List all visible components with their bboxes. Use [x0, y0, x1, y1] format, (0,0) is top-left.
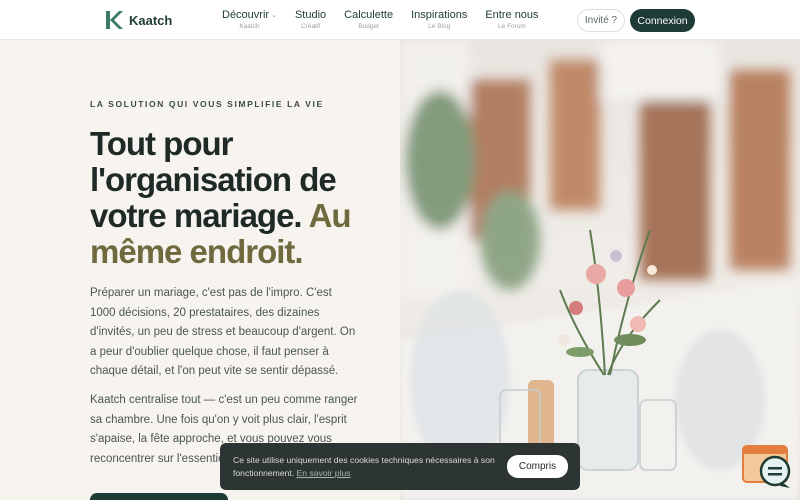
nav-label: Entre nous [485, 9, 539, 21]
hero-paragraph-1: Préparer un mariage, c'est pas de l'impr… [90, 287, 356, 377]
brand-name: Kaatch [129, 12, 173, 28]
brand-logo[interactable]: Kaatch [105, 10, 172, 30]
headline-main: Tout pour l'organisation de votre mariag… [90, 125, 337, 234]
nav-label: Découvrir [222, 9, 270, 21]
cookie-banner: Ce site utilise uniquement des cookies t… [220, 443, 580, 490]
nav-label: Studio [294, 9, 327, 21]
cookie-accept-button[interactable]: Compris [507, 455, 568, 478]
nav-label: Inspirations [411, 9, 468, 21]
kaatch-logo-icon [105, 10, 123, 30]
nav-label: Calculette [344, 9, 394, 21]
cookie-text: Ce site utilise uniquement des cookies t… [233, 455, 495, 478]
login-button[interactable]: Connexion [630, 9, 695, 32]
chat-icon[interactable] [742, 444, 792, 490]
nav-sublabel: Le Blog [428, 23, 451, 30]
hero-cta-button[interactable] [90, 493, 228, 500]
site-header: Kaatch Découvrir ⌄ Kaatch Studio Créatif … [0, 0, 800, 40]
nav-item-entre-nous[interactable]: Entre nous Le Forum [485, 9, 538, 30]
hero-headline: Tout pour l'organisation de votre mariag… [90, 126, 380, 270]
nav-item-decouvrir[interactable]: Découvrir ⌄ Kaatch [222, 9, 277, 30]
nav-item-studio[interactable]: Studio Créatif [295, 9, 326, 30]
nav-sublabel: Budget [358, 23, 379, 30]
cookie-message: Ce site utilise uniquement des cookies t… [233, 454, 498, 480]
hero-eyebrow: LA SOLUTION QUI VOUS SIMPLIFIE LA VIE [90, 99, 324, 109]
nav-sublabel: Créatif [300, 23, 321, 30]
main-nav: Découvrir ⌄ Kaatch Studio Créatif Calcule… [222, 9, 539, 30]
nav-item-inspirations[interactable]: Inspirations Le Blog [411, 9, 467, 30]
cookie-learn-more-link[interactable]: En savoir plus [297, 468, 351, 478]
nav-sublabel: Le Forum [498, 23, 526, 30]
nav-sublabel: Kaatch [239, 23, 260, 30]
chevron-down-icon: ⌄ [271, 12, 277, 19]
hero-wedding-table-image [400, 40, 800, 500]
nav-item-calculette[interactable]: Calculette Budget [344, 9, 393, 30]
guest-button[interactable]: Invité ? [577, 9, 625, 32]
